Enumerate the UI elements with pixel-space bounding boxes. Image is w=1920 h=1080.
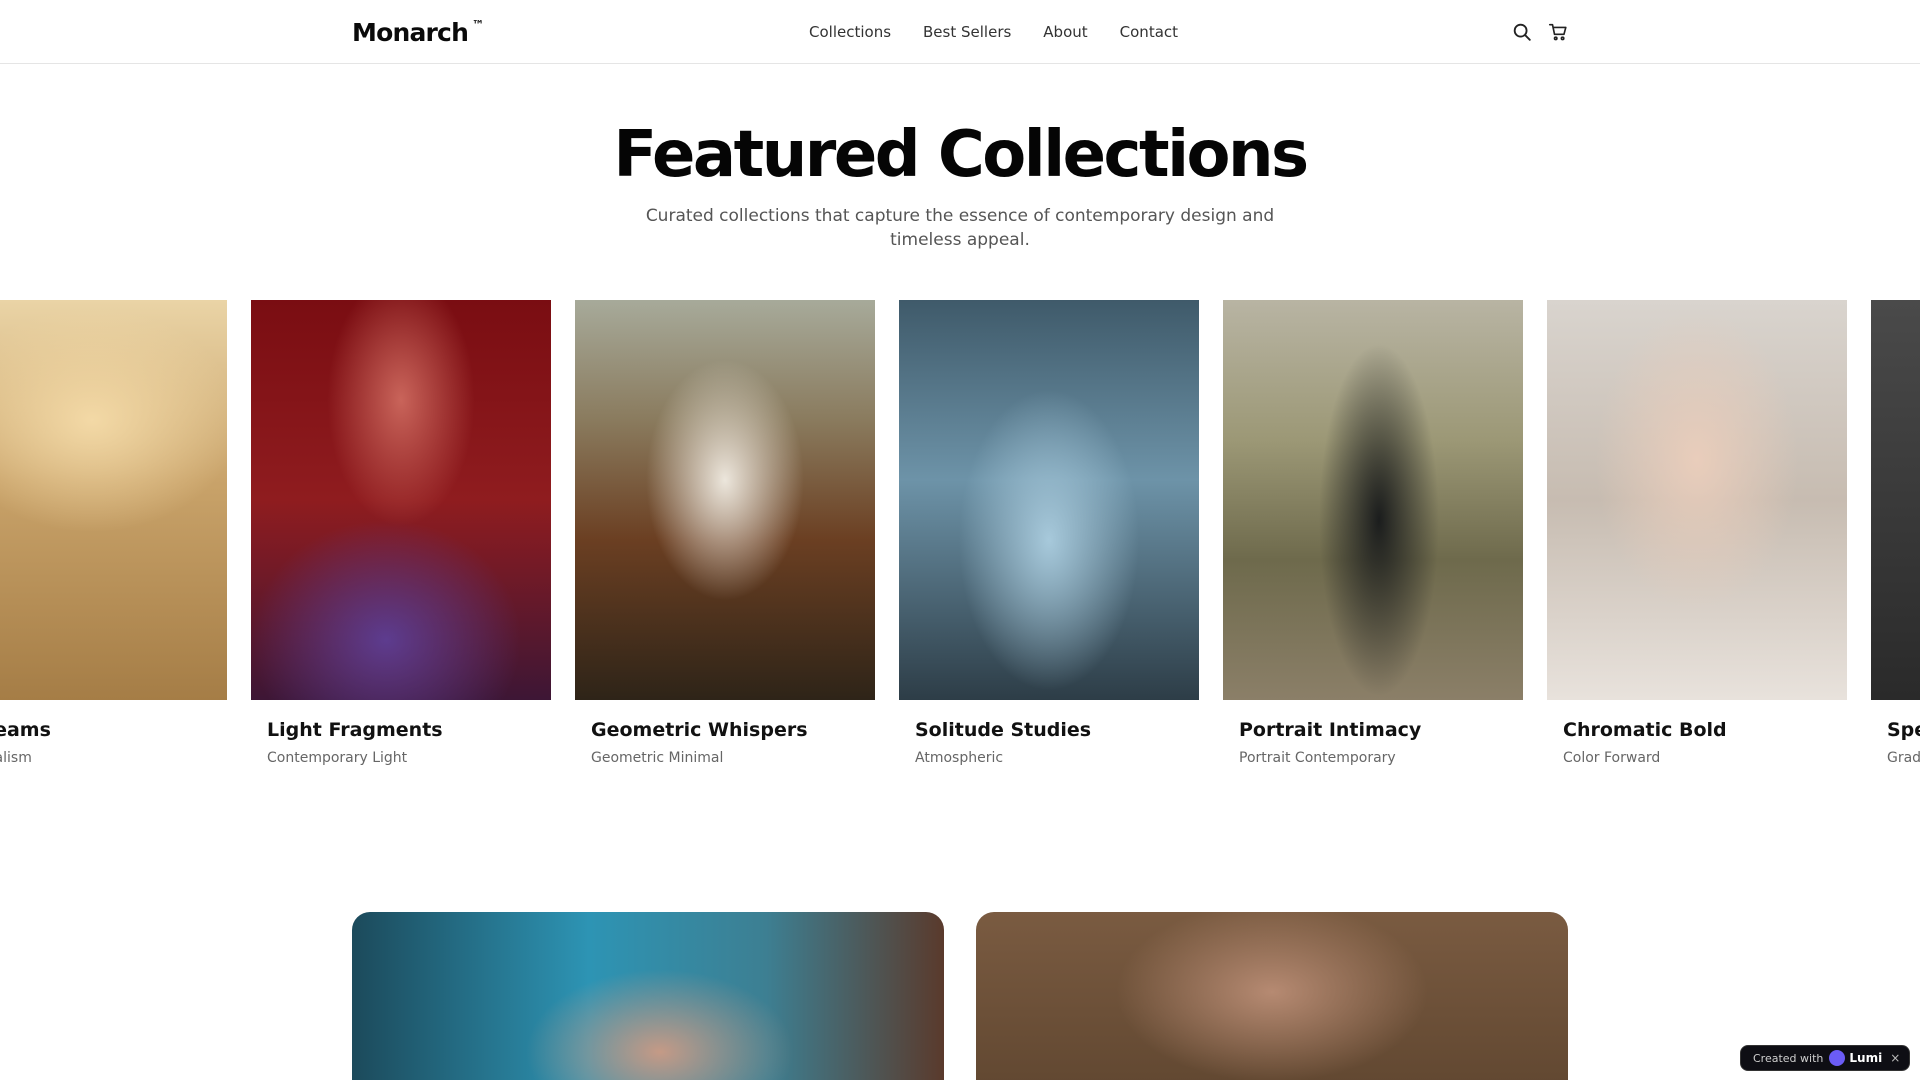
collection-image: [0, 300, 227, 700]
collection-image: [575, 300, 875, 700]
collection-title: Spe: [1887, 719, 1920, 741]
site-header: Monarch ™ Collections Best Sellers About …: [0, 0, 1920, 64]
collection-title: Geometric Whispers: [591, 719, 808, 741]
search-icon[interactable]: [1511, 21, 1533, 43]
collection-subtitle: Portrait Contemporary: [1239, 750, 1396, 766]
collection-title: Chromatic Bold: [1563, 719, 1727, 741]
feature-image-left[interactable]: [352, 912, 944, 1080]
lumi-logo-icon: [1829, 1050, 1846, 1066]
collection-subtitle: Atmospheric: [915, 750, 1004, 766]
nav-contact[interactable]: Contact: [1120, 23, 1178, 41]
collection-image: [899, 300, 1199, 700]
page-subtitle: Curated collections that capture the ess…: [645, 206, 1275, 250]
collection-subtitle: Contemporary Light: [267, 750, 408, 766]
made-with-badge[interactable]: Created with Lumi ×: [1740, 1045, 1910, 1071]
collection-subtitle: Grad: [1887, 750, 1920, 766]
nav-about[interactable]: About: [1043, 23, 1087, 41]
feature-image-right[interactable]: [976, 912, 1568, 1080]
collection-card[interactable]: Solitude Studies Atmospheric: [899, 300, 1199, 766]
cart-icon[interactable]: [1547, 21, 1569, 43]
trademark-mark: ™: [472, 17, 484, 32]
badge-brand: Lumi: [1849, 1051, 1883, 1065]
collection-card[interactable]: Geometric Whispers Geometric Minimal: [575, 300, 875, 766]
nav-collections[interactable]: Collections: [809, 23, 891, 41]
nav-best-sellers[interactable]: Best Sellers: [923, 23, 1011, 41]
collection-card[interactable]: Chromatic Bold Color Forward: [1547, 300, 1847, 766]
main-nav: Collections Best Sellers About Contact: [809, 23, 1178, 41]
collection-image: [1547, 300, 1847, 700]
brand-logo[interactable]: Monarch ™: [352, 17, 484, 47]
brand-name: Monarch: [352, 18, 469, 47]
collection-image: [251, 300, 551, 700]
collection-card[interactable]: Spe Grad: [1871, 300, 1920, 766]
badge-prefix: Created with: [1753, 1051, 1824, 1065]
collection-title: Solitude Studies: [915, 719, 1092, 741]
collection-subtitle: Geometric Minimal: [591, 750, 724, 766]
collection-card[interactable]: Light Fragments Contemporary Light: [251, 300, 551, 766]
collection-image: [1871, 300, 1920, 700]
close-icon[interactable]: ×: [1890, 1051, 1900, 1065]
collection-title: Portrait Intimacy: [1239, 719, 1422, 741]
collection-card[interactable]: Portrait Intimacy Portrait Contemporary: [1223, 300, 1523, 766]
collection-subtitle: : Minimalism: [0, 750, 32, 766]
collection-title: al Dreams: [0, 719, 51, 741]
collection-image: [1223, 300, 1523, 700]
collection-card[interactable]: al Dreams : Minimalism: [0, 300, 227, 766]
collection-title: Light Fragments: [267, 719, 443, 741]
collection-subtitle: Color Forward: [1563, 750, 1661, 766]
collections-carousel[interactable]: al Dreams : Minimalism Light Fragments C…: [0, 300, 1920, 780]
page-title: Featured Collections: [613, 118, 1309, 192]
